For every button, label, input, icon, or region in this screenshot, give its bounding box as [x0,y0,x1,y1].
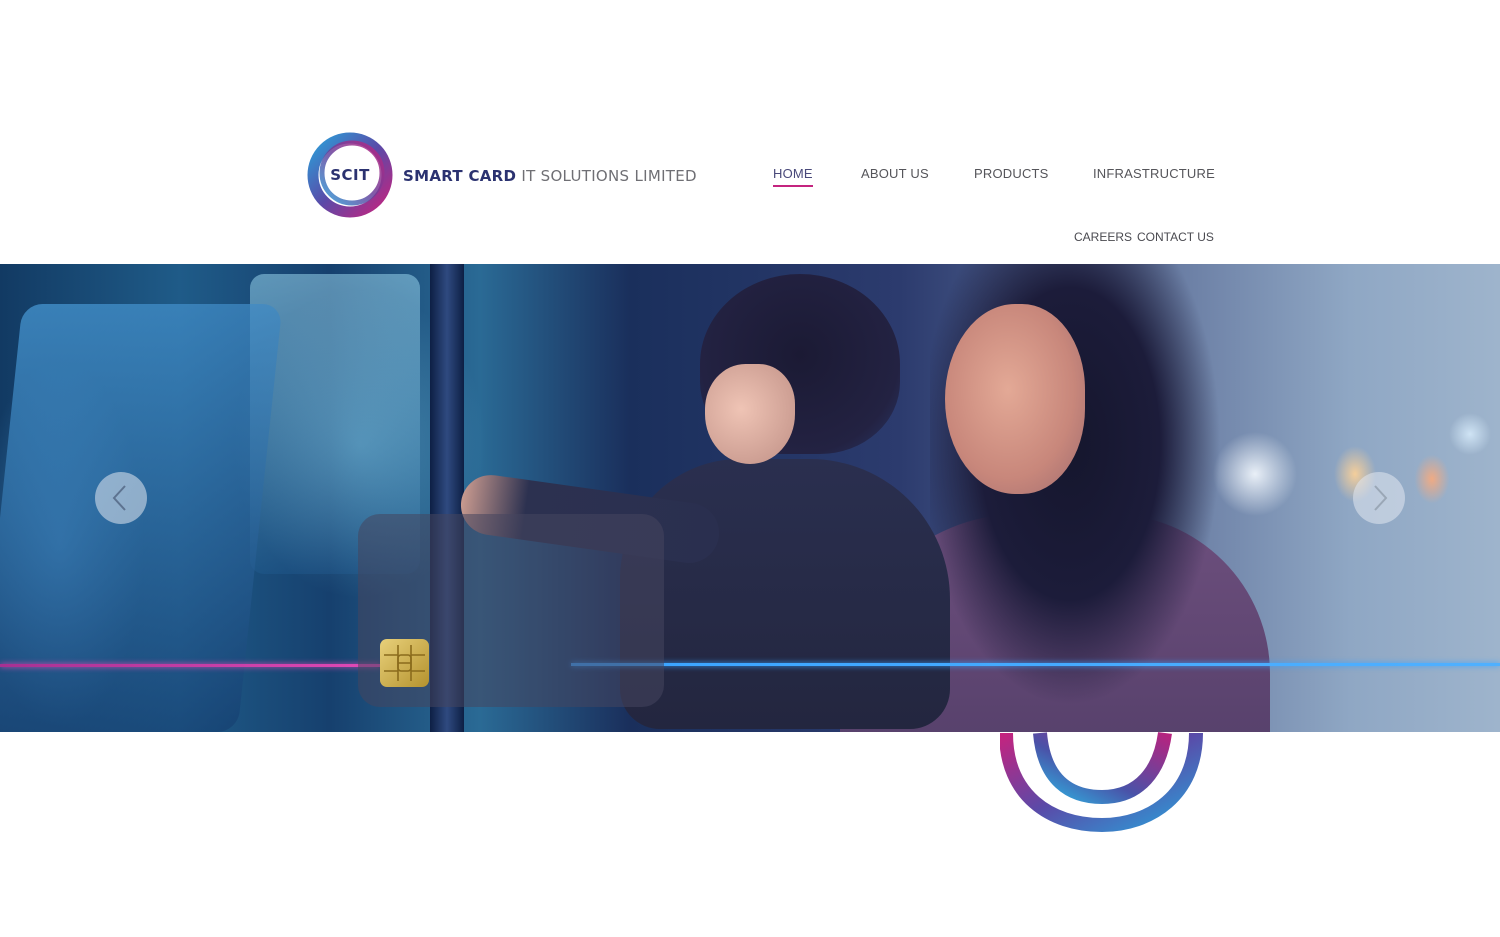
card-chip-icon [380,639,429,687]
nav-item-contact-us[interactable]: CONTACT US [1137,230,1214,244]
main-nav: HOME ABOUT US PRODUCTS INFRASTRUCTURE [0,166,1500,187]
decorative-swirl-icon [999,725,1205,835]
hero-photo-woman-face [945,304,1085,494]
decorative-pink-line [0,664,380,667]
hero-photo-child-face [705,364,795,464]
slider-prev-button[interactable] [95,472,147,524]
nav-item-products[interactable]: PRODUCTS [974,166,1049,181]
chevron-left-icon [112,485,126,511]
nav-item-home[interactable]: HOME [773,166,813,187]
nav-item-about-us[interactable]: ABOUT US [861,166,929,181]
hero-slider [0,264,1500,732]
nav-item-careers[interactable]: CAREERS [1074,230,1132,244]
chevron-right-icon [1374,485,1388,511]
nav-item-infrastructure[interactable]: INFRASTRUCTURE [1093,166,1215,181]
slider-next-button[interactable] [1353,472,1405,524]
page: SCIT SMART CARD IT SOLUTIONS LIMITED HOM… [0,0,1500,937]
decorative-blue-line [571,663,1500,666]
